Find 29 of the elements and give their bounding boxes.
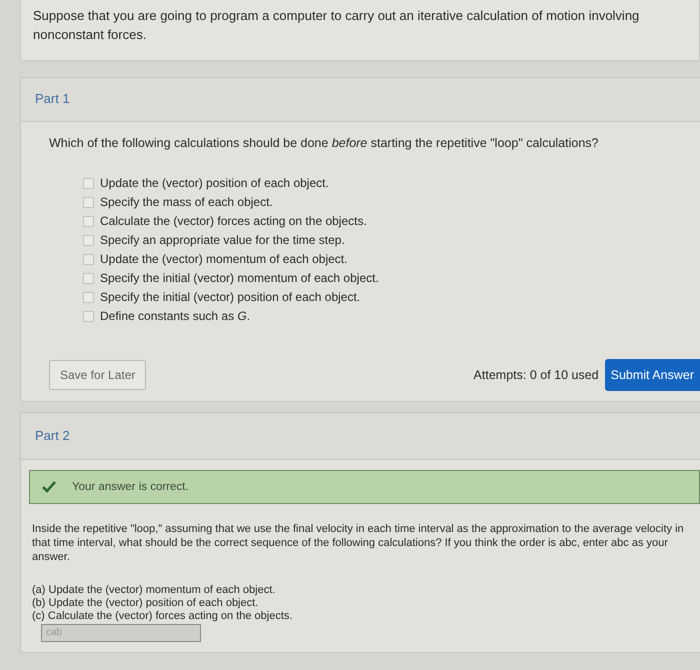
option-label: Specify the mass of each object.	[100, 195, 273, 209]
option-label: Define constants such as G.	[100, 309, 250, 323]
checkbox[interactable]	[83, 310, 94, 322]
option-label: Specify the initial (vector) position of each object.	[100, 290, 360, 304]
checkbox[interactable]	[83, 196, 94, 208]
option-label: Update the (vector) momentum of each object.	[100, 252, 348, 266]
check-icon	[42, 481, 56, 493]
step-text: (b) Update the (vector) position of each object.	[32, 597, 260, 609]
option-label: Calculate the (vector) forces acting on the objects.	[100, 214, 367, 228]
option-label: Specify an appropriate value for the time step.	[100, 233, 345, 247]
option-label: Update the (vector) position of each object.	[100, 176, 329, 190]
attempts-text: Attempts: 0 of 10 used	[474, 368, 599, 382]
question-text: Which of the following calculations should be done before starting the repetitive "loop" calculations?	[49, 136, 600, 150]
feedback-text: Your answer is correct.	[72, 481, 189, 493]
step-text: (a) Update the (vector) momentum of each object.	[32, 584, 276, 596]
save-button[interactable]: Save for Later	[49, 360, 146, 390]
part-title: Part 1	[35, 91, 70, 106]
checkbox[interactable]	[83, 272, 94, 284]
checkbox[interactable]	[83, 292, 94, 302]
submit-button[interactable]: Submit Answer	[604, 359, 700, 391]
intro-text: Suppose that you are going to program a computer to carry out an iterative calculation of motion involving nonconstant forces.	[33, 7, 640, 44]
checkbox[interactable]	[83, 254, 94, 264]
checkbox[interactable]	[83, 216, 94, 226]
part-title: Part 2	[35, 428, 70, 443]
step-text: (c) Calculate the (vector) forces acting on the objects.	[32, 610, 294, 622]
checkbox[interactable]	[83, 234, 94, 246]
checkbox[interactable]	[83, 178, 94, 188]
question-text: Inside the repetitive "loop," assuming that we use the final velocity in each time interval as the approximation to the average velocity in that time interval, what should be the correct sequence of the following calculations? If you think the order is abc, enter abc as your answer.	[31, 522, 685, 564]
option-label: Specify the initial (vector) momentum of each object.	[100, 271, 379, 285]
